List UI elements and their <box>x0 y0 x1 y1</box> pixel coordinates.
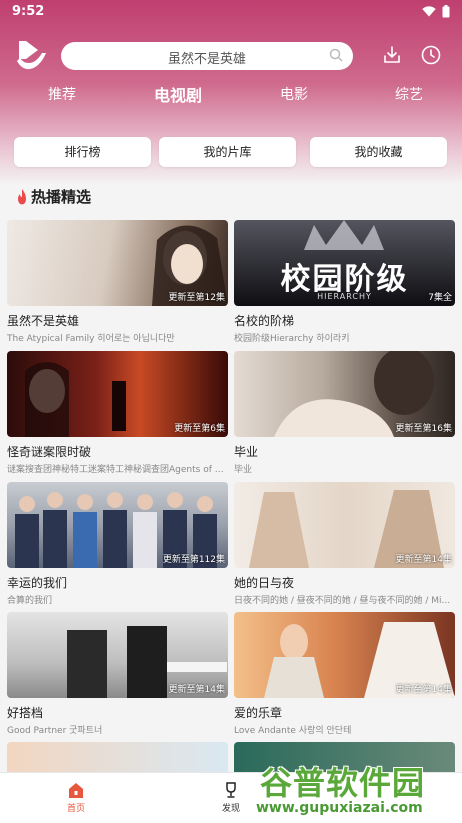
home-icon <box>69 783 83 798</box>
wifi-icon <box>422 6 436 17</box>
trophy-icon <box>226 782 236 798</box>
card-title: 虽然不是英雄 <box>7 314 80 328</box>
nav-home[interactable]: 首页 <box>46 781 106 814</box>
card-subtitle: 日夜不同的她 / 昼夜不同的她 / 昼与夜不同的她 / Mi... <box>234 596 451 606</box>
drama-card[interactable]: 更新至第14集 爱的乐章 Love Andante 사랑의 안단테 <box>234 612 455 736</box>
battery-icon <box>442 5 450 18</box>
tab-recommend[interactable]: 推荐 <box>48 84 76 104</box>
card-title: 爱的乐章 <box>234 706 283 720</box>
card-subtitle: 校园阶级Hierarchy 하이라키 <box>234 334 350 344</box>
poster-image: 更新至第6集 <box>7 351 228 437</box>
card-title: 名校的阶梯 <box>234 314 295 328</box>
card-subtitle: 合算的我们 <box>7 596 53 606</box>
history-icon[interactable] <box>420 44 442 66</box>
app-logo-icon <box>17 41 46 70</box>
card-subtitle: 毕业 <box>234 465 253 475</box>
tab-variety[interactable]: 综艺 <box>395 84 423 104</box>
card-subtitle: The Atypical Family 히어로는 아닙니다만 <box>7 334 175 344</box>
search-bar[interactable]: 虽然不是英雄 <box>61 42 353 70</box>
search-placeholder: 虽然不是英雄 <box>167 52 246 67</box>
card-subtitle: Love Andante 사랑의 안단테 <box>234 726 352 736</box>
category-tabs: 推荐 电视剧 电影 综艺 <box>0 84 462 110</box>
episode-badge: 更新至第6集 <box>174 424 225 434</box>
episode-badge: 更新至第16集 <box>395 424 452 434</box>
ranking-button[interactable]: 排行榜 <box>14 137 151 167</box>
poster-image: 更新至第12集 <box>7 220 228 306</box>
my-favorites-button[interactable]: 我的收藏 <box>310 137 447 167</box>
card-title: 怪奇谜案限时破 <box>7 445 92 459</box>
episode-badge: 更新至第14集 <box>395 555 452 565</box>
section-title: 热播精选 <box>31 188 92 206</box>
poster-image: 更新至第112集 <box>7 482 228 568</box>
drama-card[interactable]: 更新至第6集 怪奇谜案限时破 谜案搜查团神秘特工迷案特工神秘调查团Agents … <box>7 351 228 475</box>
poster-image: 校园阶级 HIERARCHY 7集全 <box>234 220 455 306</box>
download-icon[interactable] <box>382 45 402 65</box>
card-title: 好搭档 <box>7 706 44 720</box>
poster-image: 更新至第16集 <box>234 351 455 437</box>
tab-tv-series[interactable]: 电视剧 <box>154 82 202 106</box>
drama-card[interactable]: 更新至第14集 好搭档 Good Partner 굿파트너 <box>7 612 228 736</box>
next-row-poster[interactable] <box>7 742 228 772</box>
tab-movies[interactable]: 电影 <box>280 84 308 104</box>
status-time: 9:52 <box>12 4 45 19</box>
drama-card[interactable]: 更新至第16集 毕业 毕业 <box>234 351 455 475</box>
episode-badge: 7集全 <box>428 293 452 303</box>
status-bar: 9:52 <box>0 0 462 24</box>
card-title: 幸运的我们 <box>7 576 68 590</box>
poster-image: 更新至第14集 <box>7 612 228 698</box>
card-title: 毕业 <box>234 445 259 459</box>
nav-discover-label: 发现 <box>221 804 240 814</box>
section-header: 热播精选 <box>16 186 91 207</box>
drama-card[interactable]: 校园阶级 HIERARCHY 7集全 名校的阶梯 校园阶级Hierarchy 하… <box>234 220 455 344</box>
poster-subtitle-text: HIERARCHY <box>317 292 372 301</box>
drama-card[interactable]: 更新至第12集 虽然不是英雄 The Atypical Family 히어로는 … <box>7 220 228 344</box>
my-library-button[interactable]: 我的片库 <box>159 137 296 167</box>
status-icons <box>422 5 450 18</box>
watermark-url: www.gupuxiazai.com <box>256 800 423 816</box>
poster-image: 更新至第14集 <box>234 482 455 568</box>
drama-card[interactable]: 更新至第112集 幸运的我们 合算的我们 <box>7 482 228 606</box>
poster-image: 更新至第14集 <box>234 612 455 698</box>
search-icon[interactable] <box>329 48 343 62</box>
episode-badge: 更新至第12集 <box>168 293 225 303</box>
top-bar: 虽然不是英雄 <box>0 38 462 74</box>
episode-badge: 更新至第112集 <box>162 555 225 565</box>
episode-badge: 更新至第14集 <box>395 685 452 695</box>
card-subtitle: Good Partner 굿파트너 <box>7 726 103 736</box>
watermark: 谷普软件园 www.gupuxiazai.com <box>252 756 458 820</box>
drama-card[interactable]: 更新至第14集 她的日与夜 日夜不同的她 / 昼夜不同的她 / 昼与夜不同的她 … <box>234 482 455 606</box>
watermark-title: 谷普软件园 <box>260 764 426 802</box>
card-subtitle: 谜案搜查团神秘特工迷案特工神秘调查团Agents of M... <box>7 465 228 475</box>
card-title: 她的日与夜 <box>234 576 295 590</box>
episode-badge: 更新至第14集 <box>168 685 225 695</box>
flame-icon <box>18 188 26 204</box>
nav-home-label: 首页 <box>66 804 85 814</box>
